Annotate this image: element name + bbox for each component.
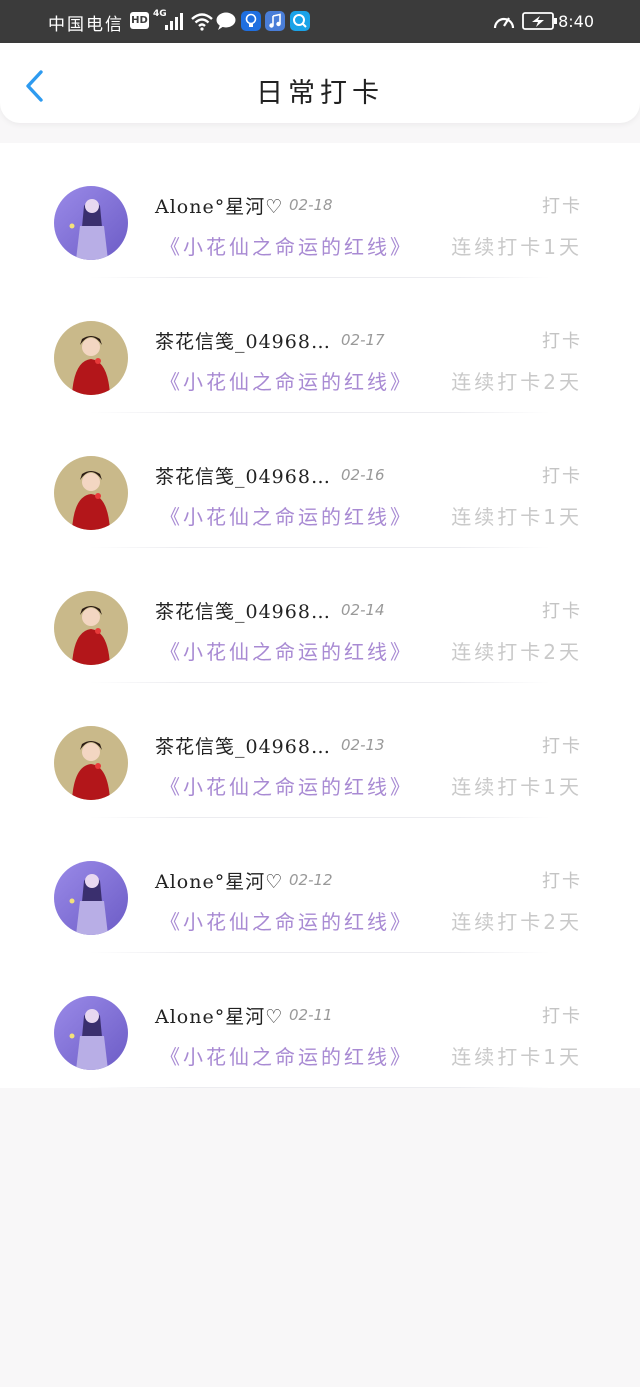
wifi-icon bbox=[191, 13, 213, 31]
checkin-tag: 打卡 bbox=[542, 601, 582, 622]
status-bar: 中国电信 HD 4G 8:40 bbox=[0, 0, 640, 43]
checkin-tag: 打卡 bbox=[542, 736, 582, 757]
book-title-link[interactable]: 《小花仙之命运的红线》 bbox=[160, 906, 413, 935]
username: 茶花信笺_04968… bbox=[155, 466, 331, 488]
avatar[interactable] bbox=[54, 591, 128, 665]
streak-label: 连续打卡1天 bbox=[451, 235, 582, 259]
bulb-app-icon bbox=[241, 11, 261, 31]
avatar[interactable] bbox=[54, 726, 128, 800]
book-title-link[interactable]: 《小花仙之命运的红线》 bbox=[160, 366, 413, 395]
book-title-link[interactable]: 《小花仙之命运的红线》 bbox=[160, 231, 413, 260]
avatar[interactable] bbox=[54, 186, 128, 260]
checkin-row[interactable]: Alone°星河♡ 02-12 打卡 《小花仙之命运的红线》 连续打卡2天 bbox=[0, 818, 640, 953]
checkin-date: 02-14 bbox=[341, 601, 385, 619]
battery-icon bbox=[522, 12, 557, 30]
streak-label: 连续打卡1天 bbox=[451, 775, 582, 799]
speedometer-icon bbox=[493, 17, 515, 29]
username: 茶花信笺_04968… bbox=[155, 331, 331, 353]
checkin-tag: 打卡 bbox=[542, 1006, 582, 1027]
avatar[interactable] bbox=[54, 456, 128, 530]
book-title-link[interactable]: 《小花仙之命运的红线》 bbox=[160, 636, 413, 665]
username: 茶花信笺_04968… bbox=[155, 736, 331, 758]
streak-label: 连续打卡2天 bbox=[451, 370, 582, 394]
book-title-link[interactable]: 《小花仙之命运的红线》 bbox=[160, 771, 413, 800]
search-app-icon bbox=[290, 11, 310, 31]
carrier-label: 中国电信 bbox=[48, 15, 124, 35]
page-header: 日常打卡 bbox=[0, 43, 640, 123]
streak-label: 连续打卡1天 bbox=[451, 505, 582, 529]
checkin-tag: 打卡 bbox=[542, 331, 582, 352]
checkin-date: 02-13 bbox=[341, 736, 385, 754]
checkin-date: 02-17 bbox=[341, 331, 385, 349]
avatar[interactable] bbox=[54, 321, 128, 395]
checkin-row[interactable]: 茶花信笺_04968… 02-17 打卡 《小花仙之命运的红线》 连续打卡2天 bbox=[0, 278, 640, 413]
checkin-tag: 打卡 bbox=[542, 871, 582, 892]
checkin-tag: 打卡 bbox=[542, 196, 582, 217]
checkin-date: 02-18 bbox=[289, 196, 333, 214]
checkin-row[interactable]: 茶花信笺_04968… 02-13 打卡 《小花仙之命运的红线》 连续打卡1天 bbox=[0, 683, 640, 818]
status-time: 8:40 bbox=[558, 12, 594, 31]
username: Alone°星河♡ bbox=[155, 1006, 284, 1028]
avatar[interactable] bbox=[54, 996, 128, 1070]
username: 茶花信笺_04968… bbox=[155, 601, 331, 623]
checkin-row[interactable]: Alone°星河♡ 02-11 打卡 《小花仙之命运的红线》 连续打卡1天 bbox=[0, 953, 640, 1088]
checkin-row[interactable]: Alone°星河♡ 02-18 打卡 《小花仙之命运的红线》 连续打卡1天 bbox=[0, 143, 640, 278]
streak-label: 连续打卡2天 bbox=[451, 640, 582, 664]
username: Alone°星河♡ bbox=[155, 196, 284, 218]
checkin-row[interactable]: 茶花信笺_04968… 02-16 打卡 《小花仙之命运的红线》 连续打卡1天 bbox=[0, 413, 640, 548]
checkin-date: 02-16 bbox=[341, 466, 385, 484]
checkin-date: 02-12 bbox=[289, 871, 333, 889]
checkin-date: 02-11 bbox=[289, 1006, 333, 1024]
book-title-link[interactable]: 《小花仙之命运的红线》 bbox=[160, 1041, 413, 1070]
checkin-row[interactable]: 茶花信笺_04968… 02-14 打卡 《小花仙之命运的红线》 连续打卡2天 bbox=[0, 548, 640, 683]
avatar[interactable] bbox=[54, 861, 128, 935]
music-app-icon bbox=[265, 11, 285, 31]
book-title-link[interactable]: 《小花仙之命运的红线》 bbox=[160, 501, 413, 530]
divider bbox=[90, 1087, 550, 1088]
streak-label: 连续打卡1天 bbox=[451, 1045, 582, 1069]
checkin-list: Alone°星河♡ 02-18 打卡 《小花仙之命运的红线》 连续打卡1天 茶花… bbox=[0, 143, 640, 1088]
signal-icon bbox=[165, 13, 183, 30]
hd-badge: HD bbox=[130, 12, 149, 29]
checkin-tag: 打卡 bbox=[542, 466, 582, 487]
page-title: 日常打卡 bbox=[256, 78, 384, 109]
username: Alone°星河♡ bbox=[155, 871, 284, 893]
chat-bubble-icon bbox=[216, 12, 236, 30]
streak-label: 连续打卡2天 bbox=[451, 910, 582, 934]
